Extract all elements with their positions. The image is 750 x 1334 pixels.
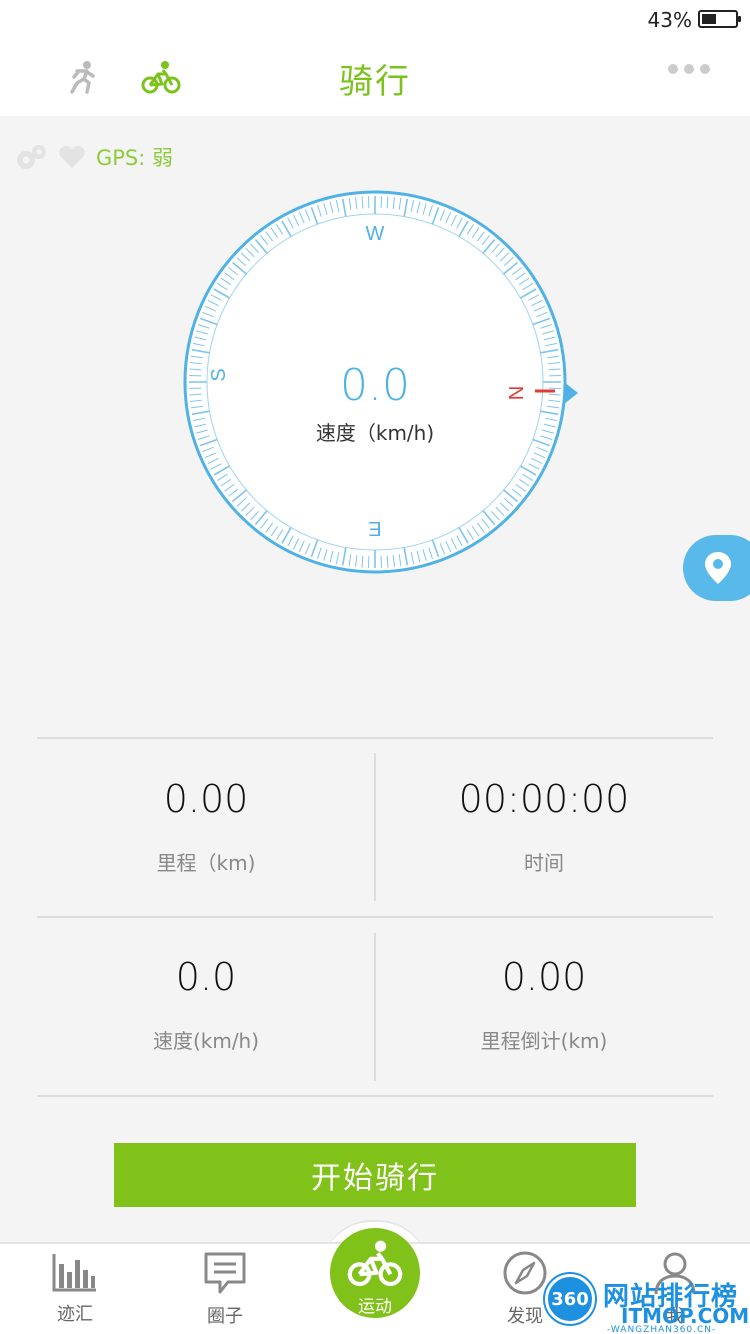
- tab-sport[interactable]: 运动: [330, 1228, 420, 1318]
- stat-countdown-label: 里程倒计(km): [480, 1029, 608, 1053]
- top-bar: 骑行: [0, 40, 750, 116]
- compass-speed: 0.0 速度（km/h): [170, 360, 580, 446]
- stat-speed-value: 0.0: [175, 955, 237, 999]
- heart-icon[interactable]: [58, 144, 86, 170]
- chat-bubble-icon: [204, 1252, 246, 1294]
- watermark-badge: 360: [545, 1274, 595, 1324]
- divider: [37, 737, 713, 739]
- status-bar: 43%: [0, 0, 750, 40]
- stat-speed: 0.0 速度(km/h): [37, 955, 375, 1054]
- stat-time-value: 00:00:00: [458, 777, 630, 821]
- battery-percent: 43%: [647, 8, 692, 32]
- start-riding-button[interactable]: 开始骑行: [114, 1143, 636, 1207]
- more-dots-icon[interactable]: [668, 64, 710, 74]
- compass-speed-value: 0.0: [340, 360, 410, 411]
- watermark-logo: 360 网站排行榜 ITMOP.COM -WANGZHAN360.CN-: [545, 1272, 750, 1334]
- watermark-url: -WANGZHAN360.CN-: [607, 1325, 717, 1334]
- west-label: W: [366, 223, 385, 245]
- stat-distance-label: 里程（km): [156, 851, 256, 875]
- location-button[interactable]: [683, 535, 750, 601]
- location-pin-icon: [705, 552, 731, 584]
- stat-speed-label: 速度(km/h): [152, 1029, 260, 1053]
- east-label: E: [368, 517, 381, 539]
- tab-circle[interactable]: 圈子: [165, 1250, 285, 1328]
- tab-trail-summary[interactable]: 迹汇: [15, 1250, 135, 1326]
- battery-fill: [702, 14, 716, 24]
- compass-icon: [503, 1251, 547, 1295]
- stat-time-label: 时间: [524, 851, 564, 875]
- tab-label: 迹汇: [57, 1304, 93, 1325]
- stat-countdown-value: 0.00: [501, 955, 587, 999]
- stat-distance: 0.00 里程（km): [37, 777, 375, 876]
- stats-grid: 0.00 里程（km) 00:00:00 时间 0.0 速度(km/h) 0.0…: [37, 737, 713, 1099]
- stat-time: 00:00:00 时间: [375, 777, 713, 876]
- tab-label: 圈子: [207, 1306, 243, 1327]
- tab-label: 运动: [358, 1297, 392, 1317]
- divider: [37, 916, 713, 918]
- stat-countdown: 0.00 里程倒计(km): [375, 955, 713, 1054]
- compass-speed-label: 速度（km/h): [315, 421, 435, 445]
- battery-icon: [698, 10, 741, 28]
- bar-chart-icon: [52, 1254, 96, 1292]
- bicycle-icon: [347, 1240, 403, 1287]
- gps-row: GPS: 弱: [14, 140, 173, 174]
- gps-status: GPS: 弱: [96, 146, 174, 170]
- divider: [37, 1095, 713, 1097]
- gear-icon[interactable]: [14, 142, 48, 172]
- stat-distance-value: 0.00: [163, 777, 249, 821]
- page-title: 骑行: [339, 62, 411, 102]
